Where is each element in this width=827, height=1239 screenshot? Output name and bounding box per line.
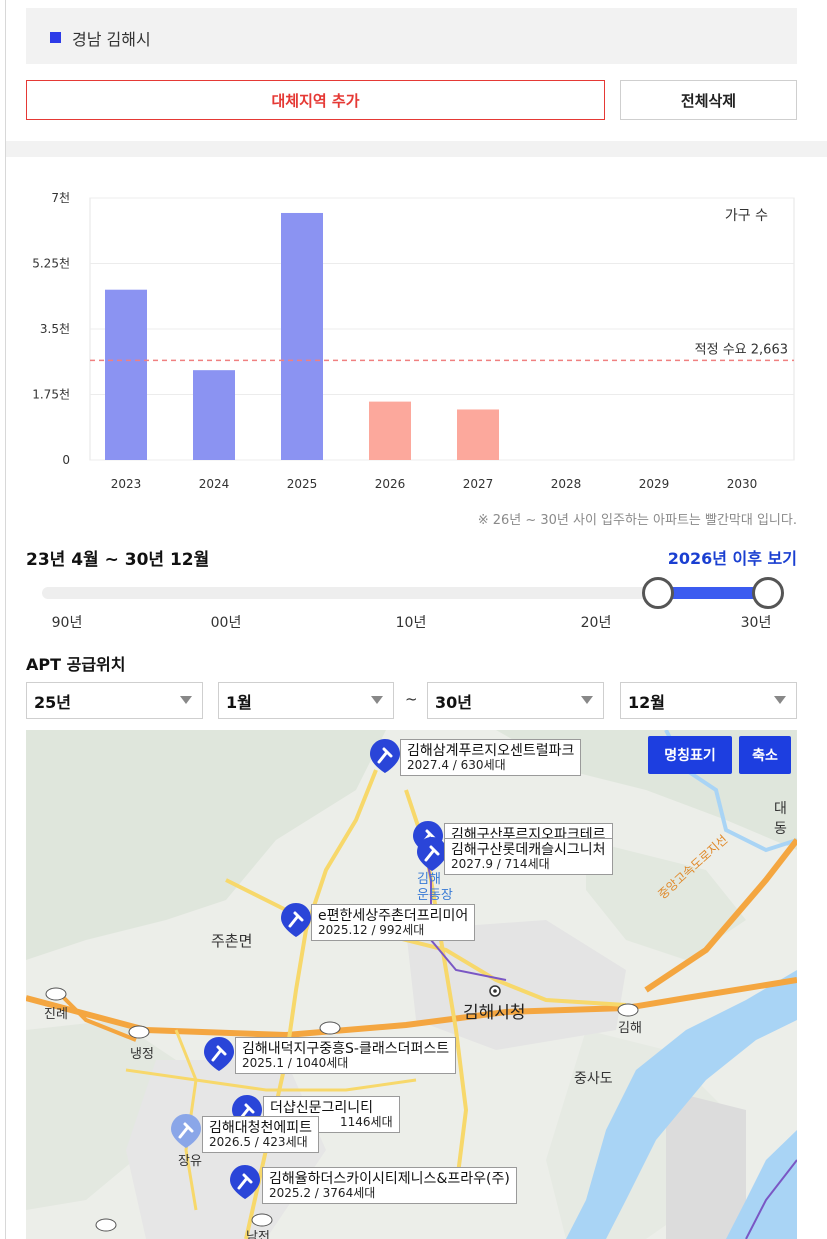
page: 경남 김해시 대체지역 추가 전체삭제 0 1.75천 3.5천 5.25천 7천 202… [0, 0, 827, 1239]
y-tick-label: 1.75천 [32, 387, 70, 402]
apt-info-label[interactable]: 김해구산롯데캐슬시그니처 2027.9 / 714세대 [444, 838, 613, 875]
apt-section-title: APT 공급위치 [26, 655, 126, 674]
map-label-jangyu: 장유 [178, 1154, 202, 1169]
bar-2023 [105, 289, 147, 460]
x-tick-label: 2023 [111, 477, 142, 491]
apt-pin-icon[interactable] [280, 902, 312, 938]
slider-tick-label: 10년 [395, 615, 427, 631]
range-title: 23년 4월 ~ 30년 12월 [26, 550, 210, 570]
map-label-daedong: 대동 [774, 801, 787, 837]
y-tick-label: 3.5천 [40, 321, 70, 336]
chevron-down-icon [180, 696, 192, 704]
region-color-marker [50, 32, 61, 43]
slider-tick-label: 90년 [51, 615, 83, 631]
bar-2024 [193, 370, 235, 460]
bar-2027 [457, 409, 499, 460]
region-name: 경남 김해시 [72, 30, 151, 49]
slider-tick-label: 20년 [580, 615, 612, 631]
show-names-button[interactable]: 명칭표기 [648, 736, 732, 774]
apt-info-label[interactable]: 김해대청천에피트 2026.5 / 423세대 [202, 1116, 320, 1153]
apt-name: 김해구산롯데캐슬시그니처 [451, 842, 606, 858]
bar-2026 [369, 401, 411, 460]
map-label-juchon: 주촌면 [211, 932, 253, 950]
delete-all-button[interactable]: 전체삭제 [620, 80, 797, 120]
chart-note: ※ 26년 ~ 30년 사이 입주하는 아파트는 빨간막대 입니다. [477, 513, 797, 528]
y-tick-label: 7천 [51, 190, 70, 205]
from-month-select[interactable]: 1월 [218, 682, 394, 719]
apt-detail: 2027.4 / 630세대 [407, 758, 506, 773]
apt-pin-icon[interactable] [203, 1036, 235, 1072]
apt-supply-map[interactable]: 명칭표기 축소 주촌면 진례 냉정 김해시청 김해 중사도 장유 대동 김해 운… [26, 730, 797, 1239]
chevron-down-icon [581, 696, 593, 704]
apt-pin-icon[interactable] [229, 1164, 261, 1200]
from-year-value: 25년 [34, 692, 71, 712]
left-divider [5, 0, 6, 1239]
x-tick-label: 2026 [375, 477, 406, 491]
x-tick-label: 2028 [551, 477, 582, 491]
section-divider [6, 141, 827, 157]
map-label-gimhae: 김해 [618, 1021, 642, 1036]
supply-bar-chart: 0 1.75천 3.5천 5.25천 7천 2023 2024 2025 2026 2027 202… [26, 180, 806, 500]
apt-info-label[interactable]: 김해율하더스카이시티제니스&프라우(주) 2025.2 / 3764세대 [262, 1167, 517, 1204]
apt-name: e편한세상주촌더프리미어 [318, 908, 469, 924]
apt-name: 김해율하더스카이시티제니스&프라우(주) [269, 1171, 510, 1187]
add-alternative-region-button[interactable]: 대체지역 추가 [26, 80, 605, 120]
map-base-layer [26, 730, 797, 1239]
chart-canvas: 0 1.75천 3.5천 5.25천 7천 2023 2024 2025 2026 2027 202… [32, 190, 795, 491]
map-label-naejeong: 냉정 [130, 1047, 154, 1062]
slider-tick-label: 00년 [210, 615, 242, 631]
apt-info-label[interactable]: e편한세상주촌더프리미어 2025.12 / 992세대 [311, 904, 476, 941]
y-tick-label: 5.25천 [32, 256, 70, 271]
from-year-select[interactable]: 25년 [26, 682, 203, 719]
apt-detail: 2026.5 / 423세대 [209, 1135, 308, 1150]
y-tick-label: 0 [62, 453, 70, 467]
apt-name: 김해내덕지구중흥S-클래스더퍼스트 [242, 1041, 450, 1057]
apt-detail: 2025.12 / 992세대 [318, 923, 425, 938]
apt-detail: 2025.2 / 3764세대 [269, 1186, 376, 1201]
slider-start-handle[interactable] [642, 577, 674, 609]
apt-info-label[interactable]: 김해삼계푸르지오센트럴파크 2027.4 / 630세대 [400, 739, 582, 776]
apt-name: 김해대청천에피트 [209, 1120, 313, 1136]
x-tick-label: 2029 [639, 477, 670, 491]
bar-2025 [281, 212, 323, 460]
map-label-cityhall: 김해시청 [463, 1003, 526, 1023]
x-tick-label: 2025 [287, 477, 318, 491]
x-tick-label: 2024 [199, 477, 230, 491]
to-month-select[interactable]: 12월 [620, 682, 797, 719]
chevron-down-icon [774, 696, 786, 704]
legend-label: 가구 수 [725, 208, 768, 224]
from-month-value: 1월 [226, 692, 252, 712]
apt-info-label[interactable]: 김해내덕지구중흥S-클래스더퍼스트 2025.1 / 1040세대 [235, 1037, 457, 1074]
slider-end-handle[interactable] [752, 577, 784, 609]
apt-name: 김해삼계푸르지오센트럴파크 [407, 743, 575, 759]
reference-line-label: 적정 수요 2,663 [695, 342, 788, 357]
x-tick-label: 2027 [463, 477, 494, 491]
range-separator: ~ [405, 690, 418, 708]
zoom-out-button[interactable]: 축소 [739, 736, 791, 774]
apt-detail: 2025.1 / 1040세대 [242, 1056, 349, 1071]
to-year-value: 30년 [435, 692, 472, 712]
apt-detail: 2027.9 / 714세대 [451, 857, 550, 872]
view-after-2026-link[interactable]: 2026년 이후 보기 [668, 545, 797, 569]
to-month-value: 12월 [628, 692, 665, 712]
map-label-najeon: 남전 [246, 1230, 270, 1239]
x-tick-label: 2030 [727, 477, 758, 491]
map-label-jinrye: 진례 [44, 1007, 68, 1022]
selected-region-box: 경남 김해시 [26, 8, 797, 64]
map-label-stadium-b: 운동장 [417, 888, 453, 903]
apt-pin-icon[interactable] [170, 1113, 202, 1149]
slider-tick-label: 30년 [740, 615, 772, 631]
to-year-select[interactable]: 30년 [427, 682, 604, 719]
apt-pin-icon[interactable] [369, 738, 401, 774]
map-label-jungsa: 중사도 [574, 1071, 613, 1087]
apt-name: 더샵신문그리니티 [270, 1100, 374, 1116]
chevron-down-icon [371, 696, 383, 704]
